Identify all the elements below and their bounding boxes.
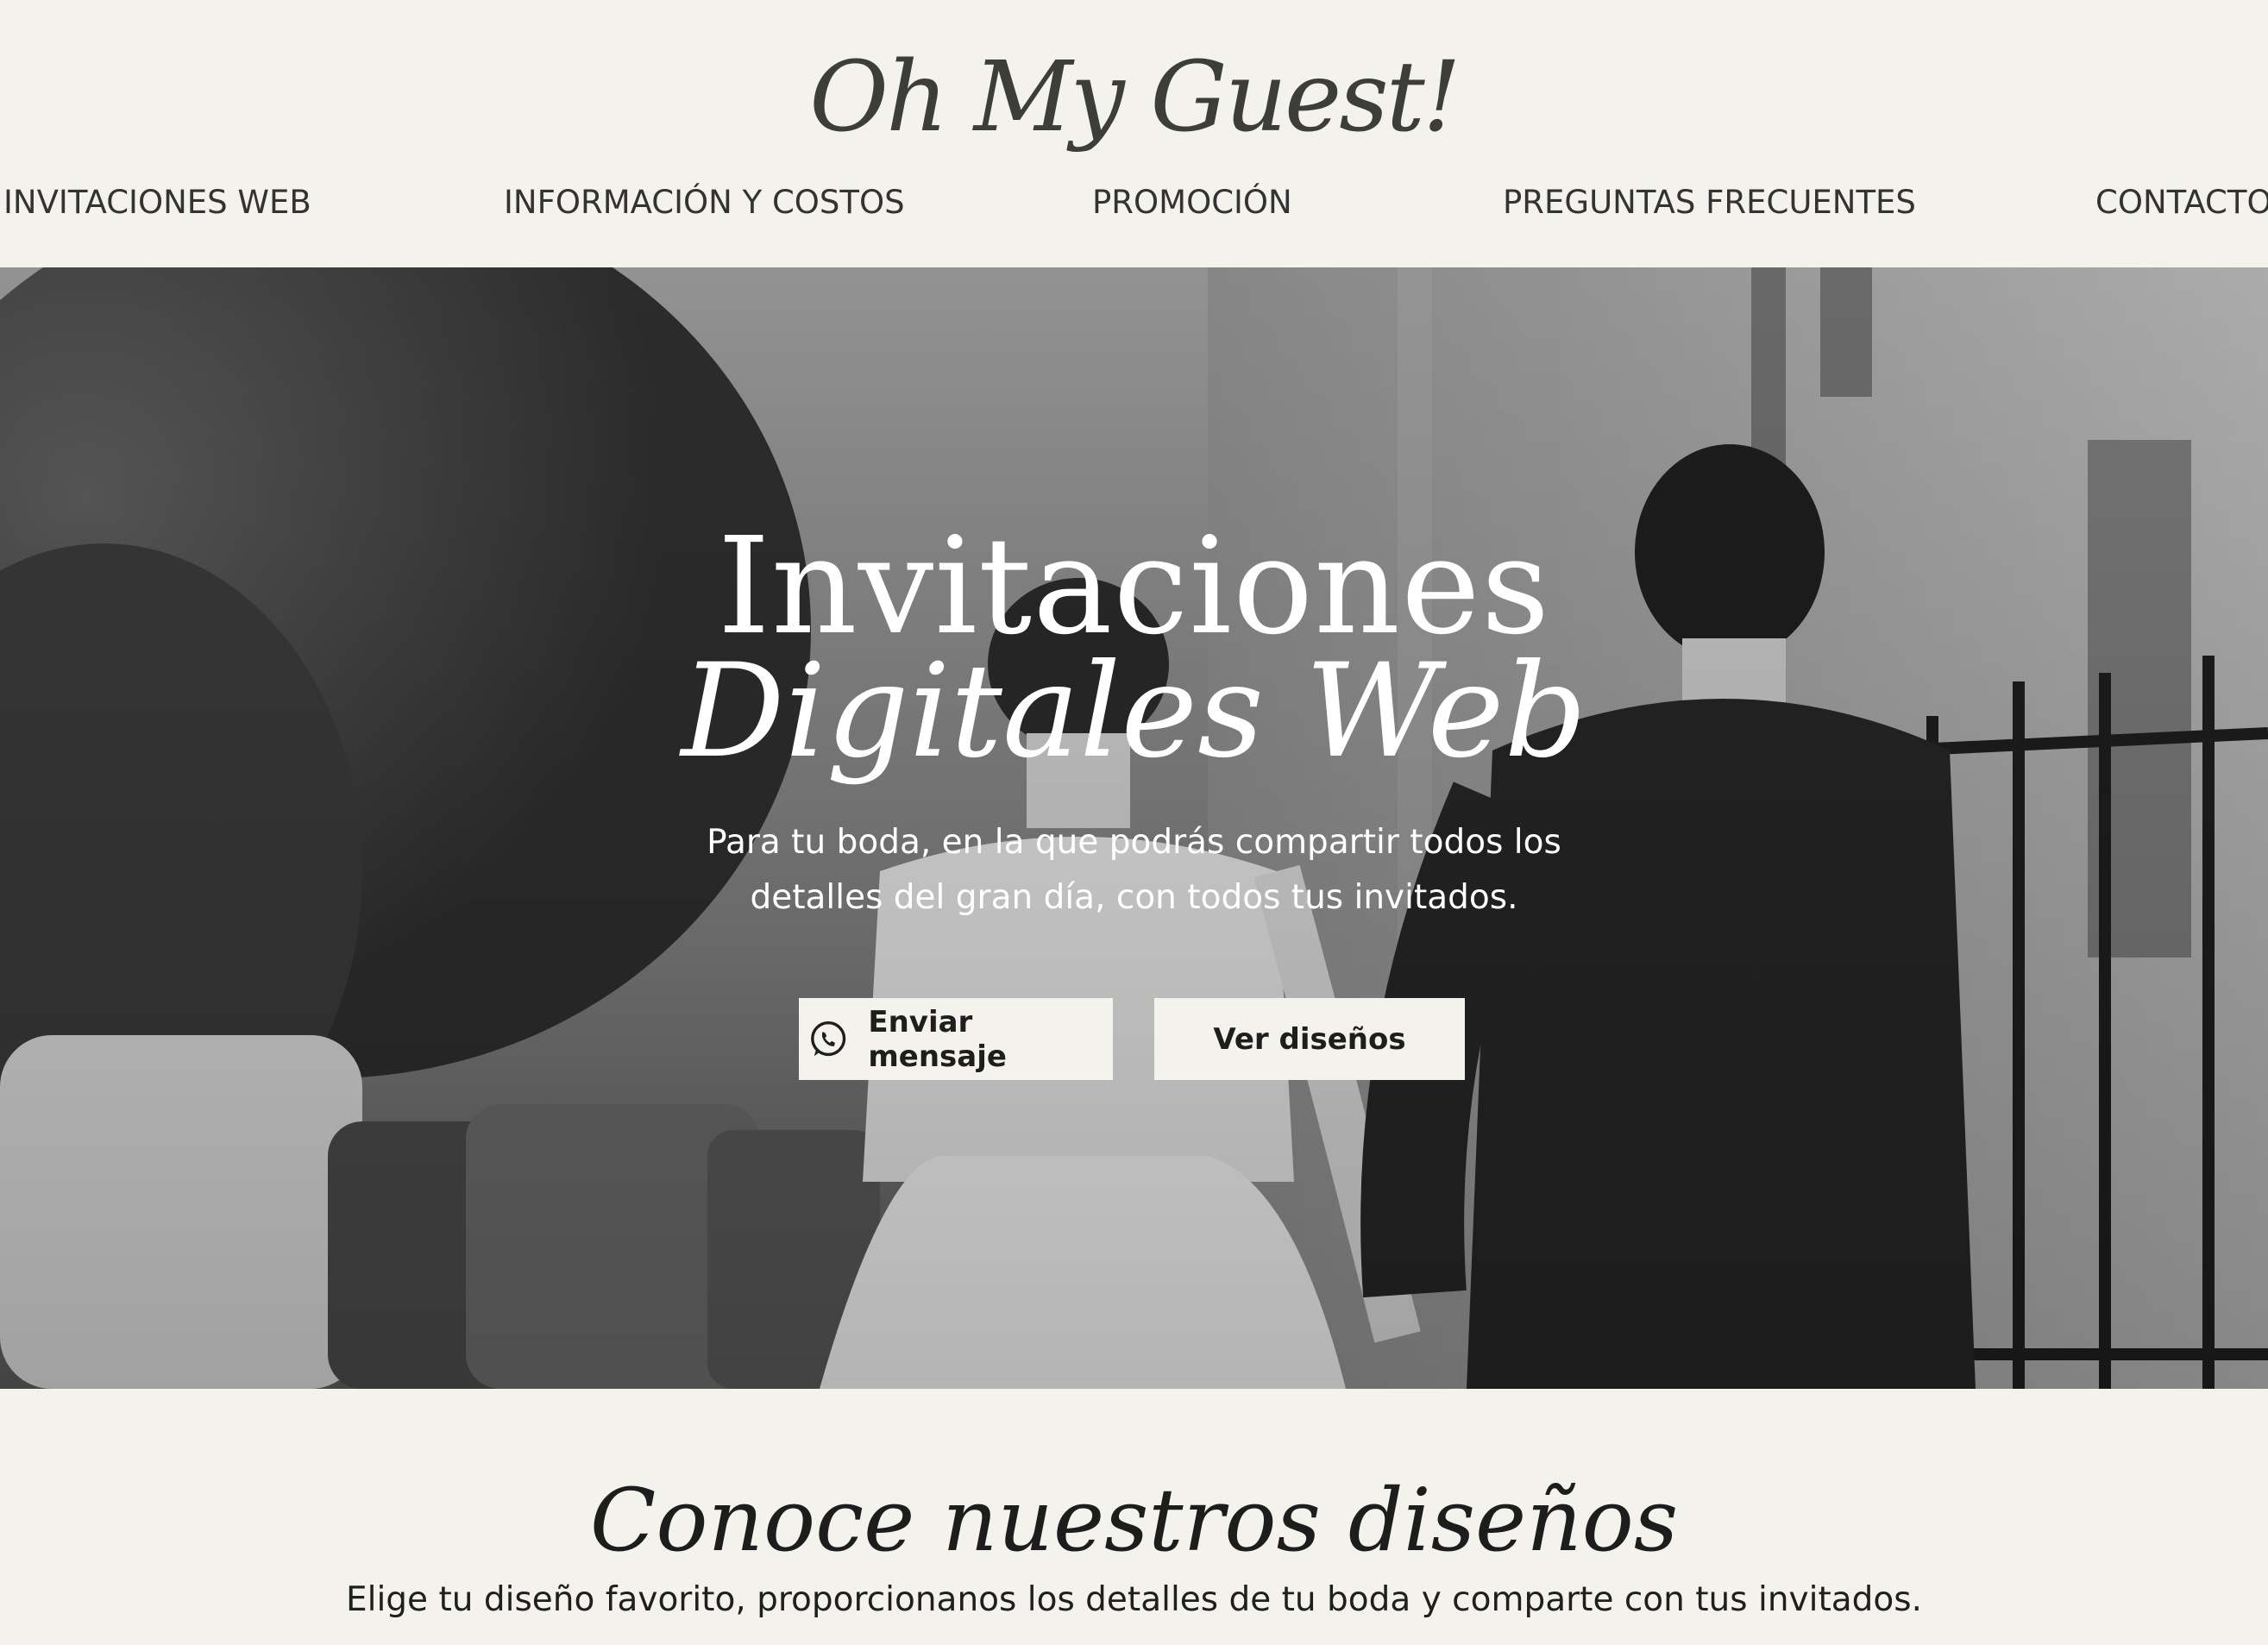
whatsapp-icon — [811, 1020, 846, 1056]
hero-banner: Invitaciones Digitales Web Para tu boda,… — [0, 267, 2268, 1389]
send-message-button[interactable]: Enviar mensaje — [799, 998, 1113, 1080]
send-message-label: Enviar mensaje — [868, 1004, 1007, 1074]
logo[interactable]: Oh My Guest! — [0, 33, 2268, 162]
view-designs-button[interactable]: Ver diseños — [1154, 998, 1465, 1080]
hero-subtitle: Para tu boda, en la que podrás compartir… — [0, 815, 2268, 926]
hero-subtitle-line-1: Para tu boda, en la que podrás compartir… — [707, 823, 1561, 862]
view-designs-label: Ver diseños — [1213, 1021, 1406, 1057]
designs-section-title: Conoce nuestros diseños — [589, 1470, 1679, 1571]
nav-item-preguntas-frecuentes[interactable]: PREGUNTAS FRECUENTES — [1503, 177, 1916, 229]
main-nav: INVITACIONES WEB INFORMACIÓN Y COSTOS PR… — [0, 177, 2268, 229]
hero-subtitle-line-2: detalles del gran día, con todos tus inv… — [750, 878, 1518, 917]
nav-item-informacion-costos[interactable]: INFORMACIÓN Y COSTOS — [504, 177, 905, 229]
hero-title-line-2: Digitales Web — [681, 637, 1587, 787]
nav-item-contacto[interactable]: CONTACTO — [2095, 177, 2268, 229]
hero-title-line-1: Invitaciones — [717, 508, 1551, 664]
designs-section: Conoce nuestros diseños Elige tu diseño … — [0, 1389, 2268, 1645]
designs-section-subtitle: Elige tu diseño favorito, proporcionanos… — [345, 1580, 1922, 1619]
nav-item-promocion[interactable]: PROMOCIÓN — [1092, 177, 1292, 229]
site-header: Oh My Guest! INVITACIONES WEB INFORMACIÓ… — [0, 0, 2268, 267]
nav-item-invitaciones-web[interactable]: INVITACIONES WEB — [3, 177, 311, 229]
